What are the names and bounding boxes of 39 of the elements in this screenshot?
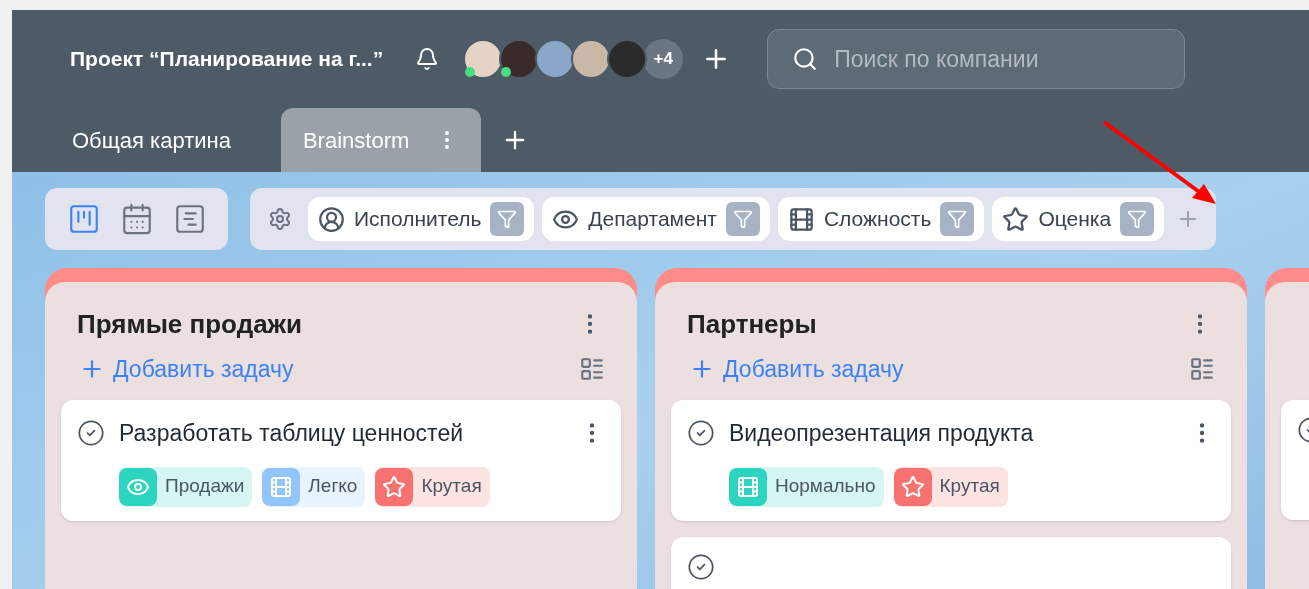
filter-icon[interactable] — [1120, 202, 1155, 236]
bell-icon[interactable] — [415, 47, 440, 71]
settings-icon[interactable] — [268, 207, 292, 231]
task-card[interactable]: Разработать таблицу ценностей Продажи Легко Крутая — [61, 400, 621, 521]
tab[interactable]: Общая картина — [50, 108, 253, 172]
tag-label: Нормально — [775, 474, 876, 499]
card-layout-icon[interactable] — [579, 356, 605, 382]
filter-label: Исполнитель — [354, 206, 482, 233]
card-layout-icon[interactable] — [1189, 356, 1215, 382]
search-field[interactable]: Поиск по компании — [767, 29, 1186, 89]
filter-chip[interactable]: Департамент — [542, 197, 770, 241]
filter-icon[interactable] — [725, 202, 760, 236]
more-avatars-count[interactable]: +4 — [643, 39, 684, 79]
check-circle-icon[interactable] — [77, 419, 105, 448]
tag-label: Легко — [308, 474, 358, 499]
filter-label: Департамент — [588, 206, 717, 233]
star-icon — [1002, 205, 1030, 233]
tag-label: Крутая — [421, 474, 482, 499]
filter-chip[interactable]: Сложность — [777, 197, 985, 241]
tag-label: Продажи — [165, 474, 245, 499]
filter-chip[interactable]: Исполнитель — [308, 197, 535, 241]
task-card[interactable]: Видеопрезентация продукта Нормально Крутая — [671, 400, 1231, 521]
check-circle-icon[interactable] — [687, 419, 715, 448]
task-title: Разработать таблицу ценностей — [119, 419, 465, 448]
search-icon — [792, 46, 819, 72]
filter-icon[interactable] — [940, 202, 975, 236]
film-icon — [787, 205, 815, 233]
column-title: Прямые продажи — [77, 307, 303, 341]
filter-label: Сложность — [823, 206, 932, 233]
task-title: Видеопрезентация продукта — [729, 419, 1035, 448]
column-title: Партнеры — [687, 307, 817, 341]
filter-chip[interactable]: Оценка — [992, 197, 1165, 241]
search-input[interactable]: Поиск по компании — [834, 41, 1161, 77]
filter-label: Оценка — [1038, 206, 1112, 233]
project-title: Проект “Планирование на г...” — [70, 46, 384, 73]
filter-icon[interactable] — [490, 202, 525, 236]
tag-label: Крутая — [939, 474, 1000, 499]
check-circle-icon[interactable] — [687, 552, 715, 581]
person-icon — [318, 205, 345, 233]
